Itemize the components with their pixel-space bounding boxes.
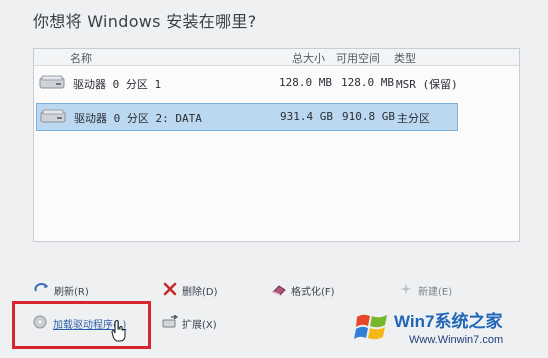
new-label: 新建(E) (418, 287, 453, 298)
windows-flag-icon (354, 314, 387, 340)
extend-label: 扩展(X) (182, 320, 217, 331)
list-header: 名称 总大小 可用空间 类型 (34, 49, 519, 66)
watermark-url: Www.Winwin7.com (409, 334, 504, 346)
partition-name: 驱动器 0 分区 2: DATA (74, 112, 202, 125)
column-type[interactable]: 类型 (394, 50, 416, 66)
red-x-icon (163, 282, 177, 296)
dialog-title: 你想将 Windows 安装在哪里? (33, 12, 257, 31)
eraser-icon (272, 285, 286, 296)
watermark-brand: Win7系统之家 (394, 312, 503, 331)
partition-list[interactable]: 名称 总大小 可用空间 类型 驱动器 0 分区 1 128.0 MB 128.0… (33, 48, 520, 242)
partition-type: MSR (保留) (396, 78, 458, 91)
partition-row[interactable]: 驱动器 0 分区 1 128.0 MB 128.0 MB MSR (保留) (36, 70, 458, 96)
watermark-logo: Win7系统之家 Www.Winwin7.com (354, 303, 544, 355)
partition-free-space: 128.0 MB (341, 76, 394, 89)
column-name[interactable]: 名称 (70, 50, 92, 66)
partition-type: 主分区 (397, 112, 430, 125)
partition-free-space: 910.8 GB (342, 110, 395, 123)
refresh-icon (34, 283, 48, 292)
partition-row-selected[interactable]: 驱动器 0 分区 2: DATA 931.4 GB 910.8 GB 主分区 (36, 103, 458, 131)
column-free-space[interactable]: 可用空间 (336, 50, 380, 66)
partition-name: 驱动器 0 分区 1 (73, 78, 162, 91)
delete-label: 删除(D) (182, 287, 218, 298)
hard-drive-icon (40, 109, 66, 123)
hard-drive-icon (39, 75, 65, 89)
partition-total-size: 128.0 MB (279, 76, 332, 89)
sparkle-icon (400, 283, 412, 295)
column-total-size[interactable]: 总大小 (292, 50, 325, 66)
format-label: 格式化(F) (291, 287, 335, 298)
extend-drive-icon (162, 315, 178, 328)
highlight-box (12, 301, 151, 349)
refresh-label: 刷新(R) (54, 287, 89, 298)
partition-total-size: 931.4 GB (280, 110, 333, 123)
